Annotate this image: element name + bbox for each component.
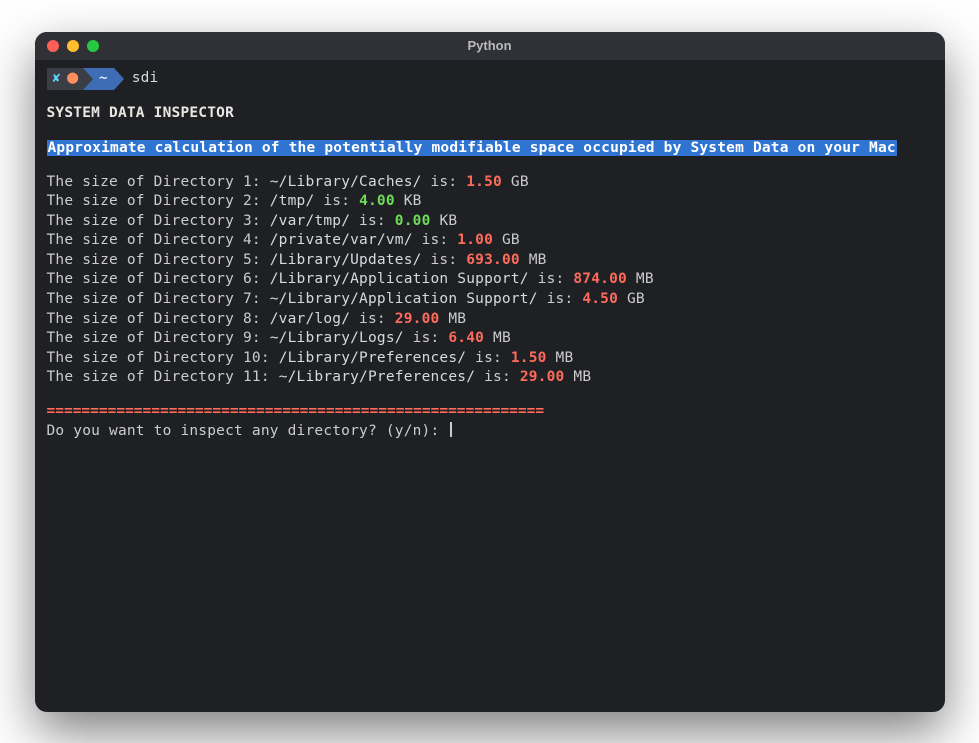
- question-prompt: Do you want to inspect any directory? (y…: [47, 422, 933, 442]
- directory-row: The size of Directory 8: /var/log/ is: 2…: [47, 310, 933, 330]
- question-text: Do you want to inspect any directory? (y…: [47, 423, 449, 439]
- cursor-icon[interactable]: [450, 422, 452, 437]
- traffic-lights: [35, 40, 99, 52]
- program-subheading: Approximate calculation of the potential…: [47, 140, 897, 156]
- directory-row: The size of Directory 3: /var/tmp/ is: 0…: [47, 212, 933, 232]
- directory-row: The size of Directory 1: ~/Library/Cache…: [47, 173, 933, 193]
- directory-row: The size of Directory 7: ~/Library/Appli…: [47, 290, 933, 310]
- x-icon: ✘: [53, 70, 61, 88]
- directory-row: The size of Directory 11: ~/Library/Pref…: [47, 368, 933, 388]
- directory-row: The size of Directory 4: /private/var/vm…: [47, 231, 933, 251]
- dot-icon: ⬤: [67, 71, 80, 86]
- terminal-body[interactable]: ✘ ⬤ ~ sdi SYSTEM DATA INSPECTOR Approxim…: [35, 60, 945, 712]
- directory-row: The size of Directory 10: /Library/Prefe…: [47, 349, 933, 369]
- program-heading: SYSTEM DATA INSPECTOR: [47, 104, 933, 124]
- prompt-command: sdi: [132, 69, 159, 89]
- subheading-wrap: Approximate calculation of the potential…: [47, 139, 933, 159]
- directory-row: The size of Directory 6: /Library/Applic…: [47, 270, 933, 290]
- separator-line: ========================================…: [47, 402, 933, 422]
- maximize-icon[interactable]: [87, 40, 99, 52]
- prompt-status-segment: ✘ ⬤: [47, 68, 84, 90]
- directory-row: The size of Directory 5: /Library/Update…: [47, 251, 933, 271]
- minimize-icon[interactable]: [67, 40, 79, 52]
- prompt-line: ✘ ⬤ ~ sdi: [47, 68, 933, 90]
- terminal-window: Python ✘ ⬤ ~ sdi SYSTEM DATA INSPECTOR A…: [35, 32, 945, 712]
- directory-row: The size of Directory 2: /tmp/ is: 4.00 …: [47, 192, 933, 212]
- directory-list: The size of Directory 1: ~/Library/Cache…: [47, 173, 933, 388]
- directory-row: The size of Directory 9: ~/Library/Logs/…: [47, 329, 933, 349]
- window-title: Python: [467, 38, 511, 53]
- close-icon[interactable]: [47, 40, 59, 52]
- titlebar: Python: [35, 32, 945, 60]
